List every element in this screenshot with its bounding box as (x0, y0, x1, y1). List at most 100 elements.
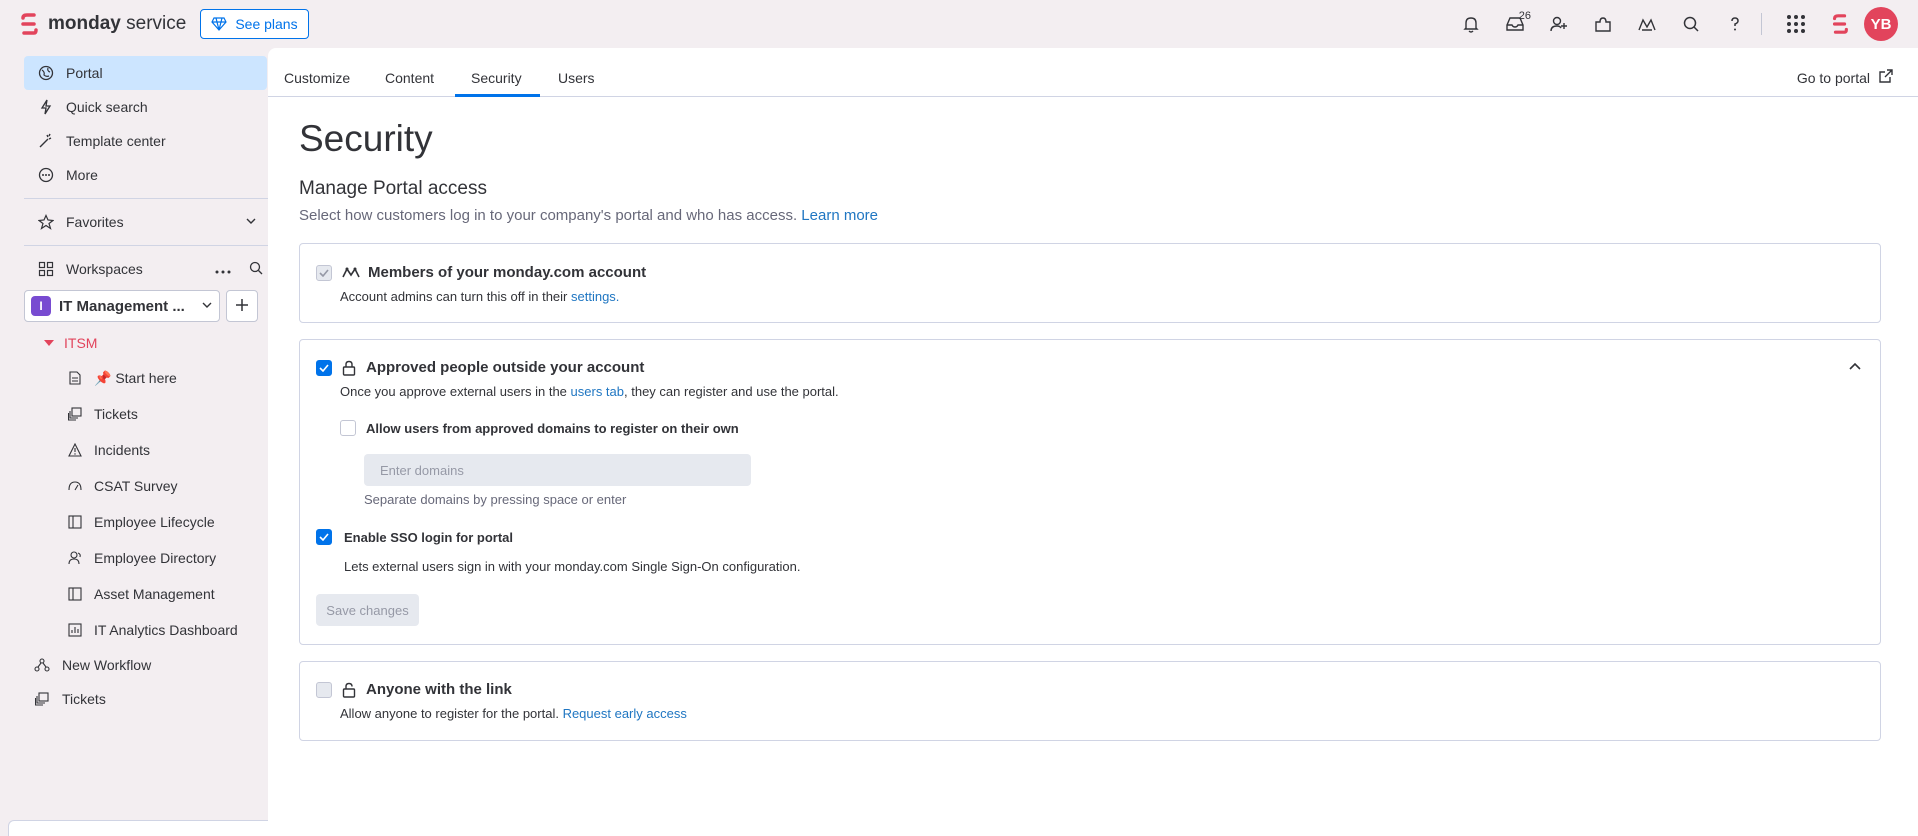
approved-people-card: Approved people outside your account Onc… (299, 339, 1881, 645)
settings-link[interactable]: settings. (571, 289, 619, 304)
tab-users[interactable]: Users (558, 70, 595, 86)
search-icon[interactable] (1673, 6, 1709, 42)
members-description: Account admins can turn this off in thei… (340, 289, 620, 304)
sso-checkbox[interactable] (316, 529, 332, 545)
plus-icon (234, 297, 250, 316)
domains-input[interactable] (364, 454, 751, 486)
app-logo[interactable]: monday service (20, 13, 186, 35)
request-early-access-link[interactable]: Request early access (563, 706, 687, 721)
board-icon (66, 587, 84, 601)
monday-logo-icon (20, 13, 38, 35)
section-title: Manage Portal access (299, 178, 487, 199)
sidebar-item-csat-survey[interactable]: CSAT Survey (24, 468, 267, 504)
section-description: Select how customers log in to your comp… (299, 207, 879, 224)
workflow-icon (32, 658, 52, 672)
caret-down-icon (44, 340, 54, 346)
members-icon (342, 266, 360, 280)
lock-icon (342, 360, 356, 376)
main-panel: Customize Content Security Users Go to p… (268, 48, 1918, 836)
tickets-icon (32, 692, 52, 706)
sidebar-item-asset-management[interactable]: Asset Management (24, 576, 267, 612)
board-icon (66, 515, 84, 529)
workspace-search-icon[interactable] (249, 261, 263, 278)
tab-content[interactable]: Content (385, 70, 434, 86)
approved-people-description: Once you approve external users in the u… (340, 384, 839, 399)
sidebar-item-quick-search[interactable]: Quick search (24, 90, 267, 124)
more-circle-icon (36, 167, 56, 183)
sidebar-divider (24, 198, 279, 199)
user-avatar[interactable]: YB (1864, 7, 1898, 41)
users-tab-link[interactable]: users tab (571, 384, 624, 399)
sidebar-item-tickets[interactable]: Tickets (24, 396, 267, 432)
sidebar-divider (24, 245, 279, 246)
sidebar-item-tickets-2[interactable]: Tickets (24, 682, 267, 716)
domains-hint: Separate domains by pressing space or en… (364, 492, 627, 507)
top-bar: monday service See plans 26 YB (0, 0, 1918, 48)
go-to-portal-link[interactable]: Go to portal (1797, 68, 1894, 87)
wand-icon (36, 133, 56, 149)
workspace-selector[interactable]: I IT Management ... (24, 290, 220, 322)
members-access-card: Members of your monday.com account Accou… (299, 243, 1881, 323)
toolbar-divider (1761, 13, 1762, 35)
sidebar-item-portal[interactable]: Portal (24, 56, 267, 90)
invite-member-icon[interactable] (1541, 6, 1577, 42)
tickets-icon (66, 407, 84, 421)
portal-icon (36, 65, 56, 81)
external-link-icon (1870, 68, 1894, 87)
sidebar-favorites[interactable]: Favorites (24, 205, 267, 239)
doc-icon (66, 371, 84, 385)
more-dots-icon[interactable] (215, 261, 231, 277)
sidebar-item-employee-directory[interactable]: Employee Directory (24, 540, 267, 576)
approved-people-title: Approved people outside your account (366, 359, 645, 376)
apps-puzzle-icon[interactable] (1585, 6, 1621, 42)
save-changes-button[interactable]: Save changes (316, 594, 419, 626)
chevron-up-icon[interactable] (1848, 358, 1862, 374)
sidebar-item-start-here[interactable]: 📌 Start here (24, 360, 267, 396)
sidebar-item-employee-lifecycle[interactable]: Employee Lifecycle (24, 504, 267, 540)
anyone-with-link-card: Anyone with the link Allow anyone to reg… (299, 661, 1881, 741)
sidebar-item-more[interactable]: More (24, 158, 267, 192)
page-title: Security (299, 118, 433, 159)
people-icon (66, 551, 84, 565)
brand-name: monday service (48, 13, 187, 34)
tab-customize[interactable]: Customize (284, 70, 350, 86)
sidebar-item-template-center[interactable]: Template center (24, 124, 267, 158)
anyone-with-link-title: Anyone with the link (366, 681, 512, 698)
see-plans-button[interactable]: See plans (200, 9, 309, 39)
star-icon (36, 214, 56, 230)
portal-tabs: Customize Content Security Users Go to p… (268, 48, 1918, 97)
allow-domains-option[interactable]: Allow users from approved domains to reg… (340, 420, 739, 436)
sidebar-bottom-panel (8, 820, 280, 836)
workspaces-grid-icon (36, 261, 56, 277)
workspace-connect-icon[interactable] (1629, 6, 1665, 42)
sso-option[interactable]: Enable SSO login for portal (316, 529, 513, 545)
sidebar-workspaces[interactable]: Workspaces (24, 252, 267, 286)
allow-domains-checkbox[interactable] (340, 420, 356, 436)
workspace-icon: I (31, 296, 51, 316)
chevron-down-icon[interactable] (245, 214, 257, 230)
chevron-down-icon (201, 298, 213, 314)
warning-icon (66, 443, 84, 457)
unlock-icon (342, 682, 356, 698)
tab-security[interactable]: Security (471, 70, 522, 86)
approved-people-checkbox[interactable] (316, 359, 332, 376)
dashboard-icon (66, 623, 84, 637)
sidebar-item-new-workflow[interactable]: New Workflow (24, 648, 267, 682)
folder-itsm[interactable]: ITSM (24, 326, 267, 360)
help-icon[interactable] (1717, 6, 1753, 42)
anyone-with-link-description: Allow anyone to register for the portal.… (340, 706, 687, 721)
anyone-with-link-checkbox[interactable] (316, 681, 332, 698)
members-title: Members of your monday.com account (368, 264, 647, 281)
sso-description: Lets external users sign in with your mo… (344, 559, 801, 574)
add-item-button[interactable] (226, 290, 258, 322)
sidebar-item-it-analytics-dashboard[interactable]: IT Analytics Dashboard (24, 612, 267, 648)
active-tab-indicator (455, 94, 540, 97)
product-switcher-icon[interactable] (1822, 6, 1858, 42)
lightning-icon (36, 99, 56, 115)
learn-more-link[interactable]: Learn more (801, 207, 878, 224)
inbox-icon[interactable]: 26 (1497, 6, 1533, 42)
notifications-bell-icon[interactable] (1453, 6, 1489, 42)
sidebar-item-incidents[interactable]: Incidents (24, 432, 267, 468)
diamond-icon (211, 17, 228, 31)
apps-grid-icon[interactable] (1778, 6, 1814, 42)
